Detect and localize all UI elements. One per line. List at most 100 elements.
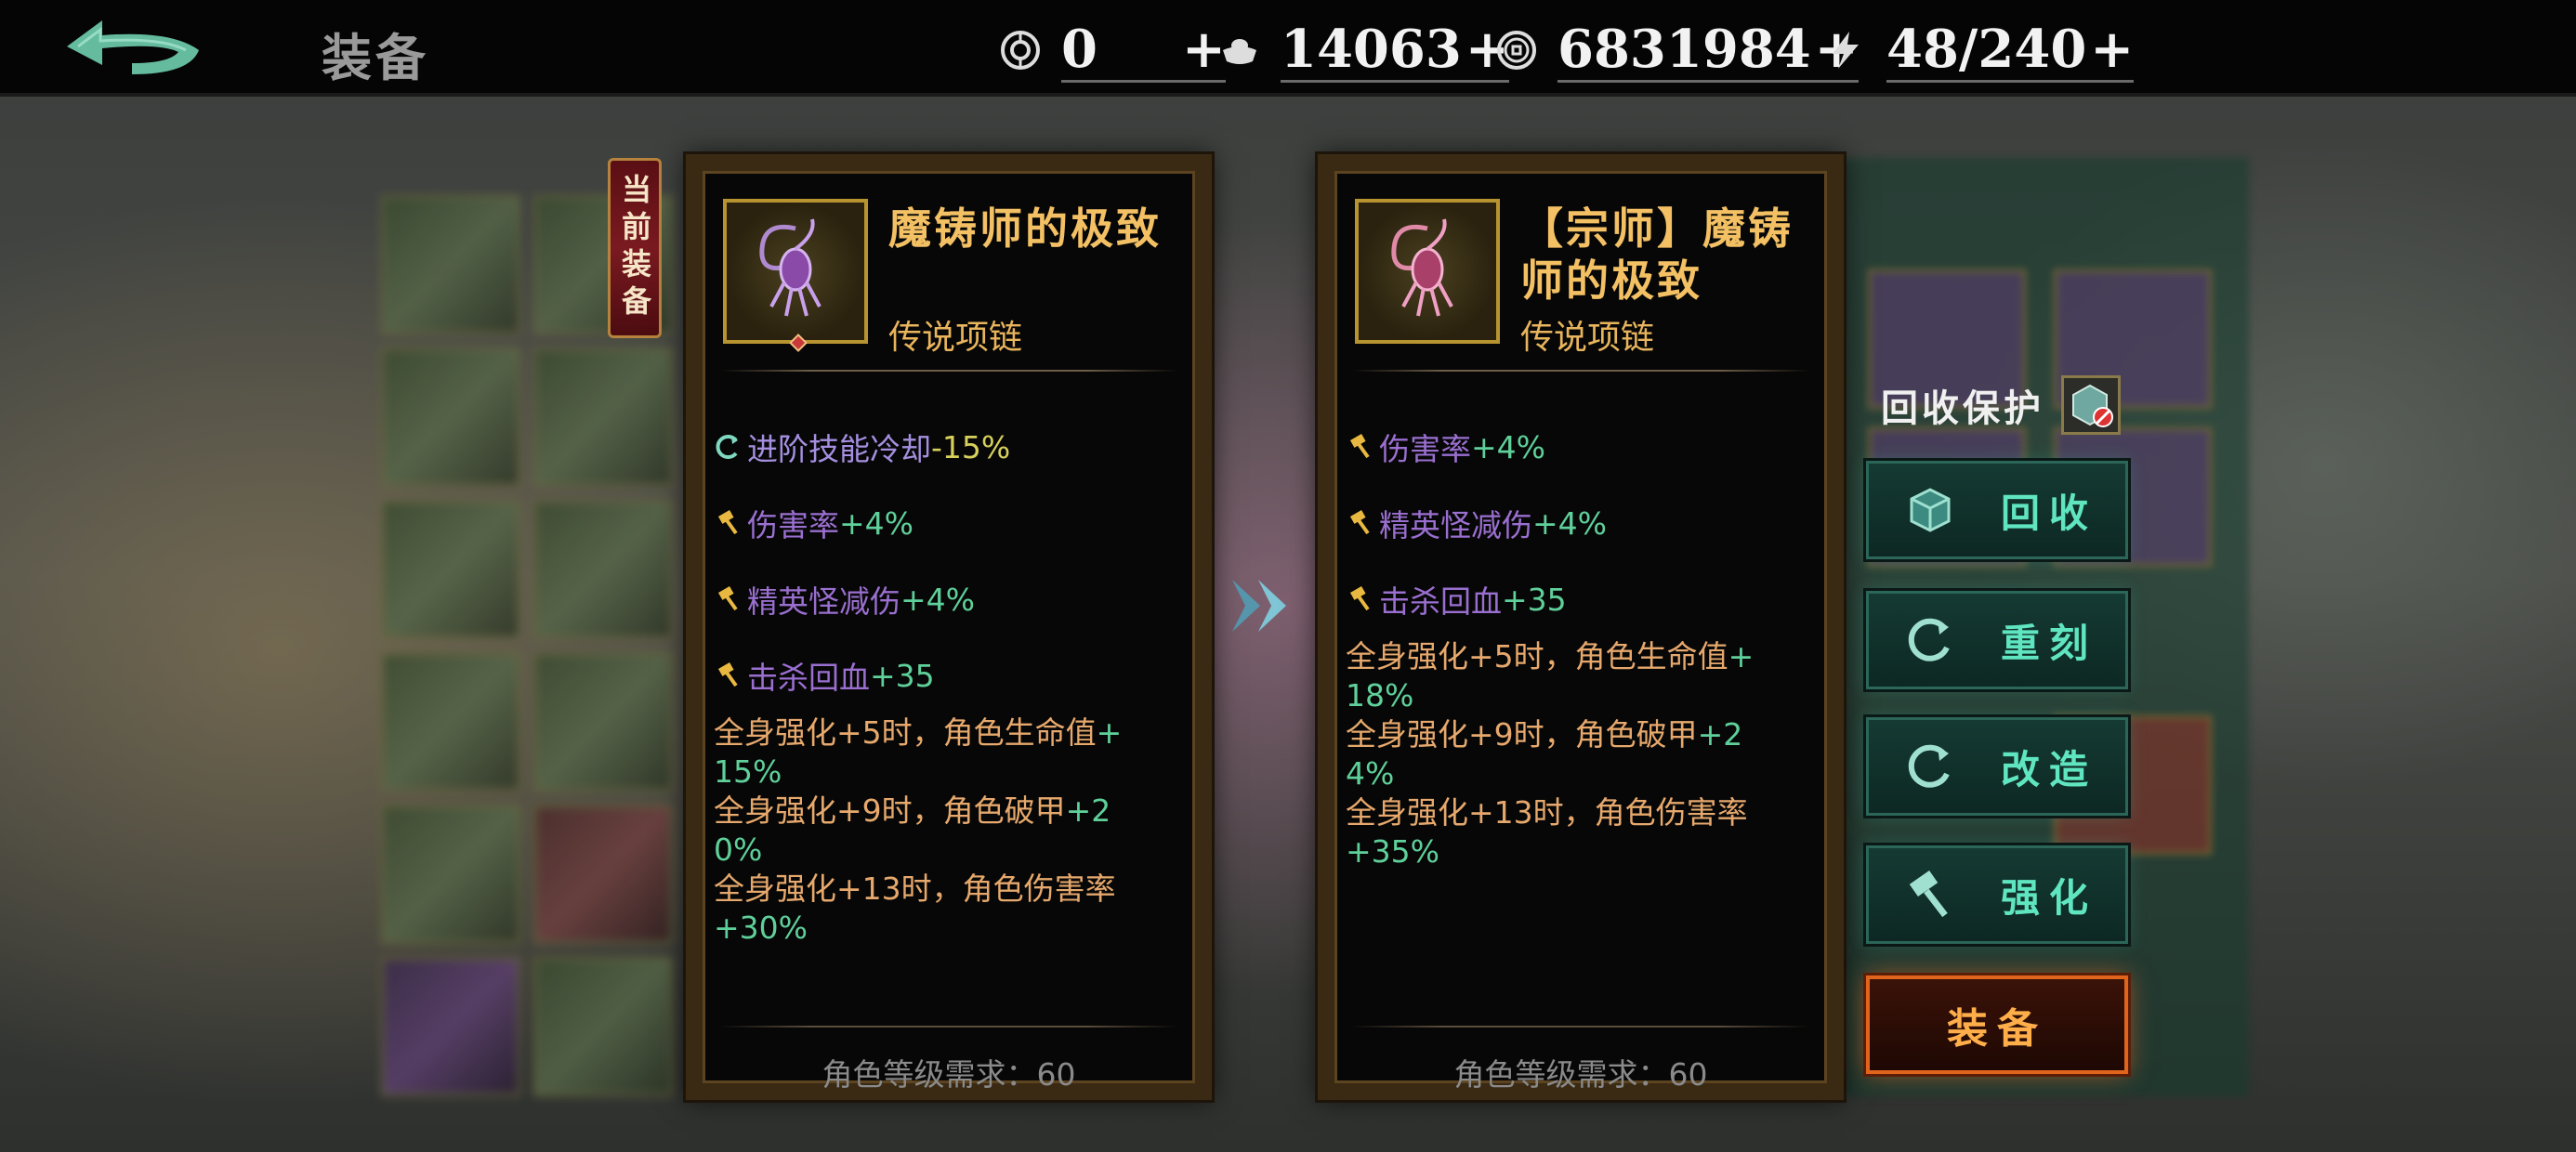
- attribute-name: 进阶技能冷却: [747, 431, 931, 467]
- attribute-value: +4%: [1532, 504, 1608, 542]
- modify-label: 改造: [2001, 746, 2098, 792]
- ingot-icon: [1223, 39, 1256, 64]
- attribute-value: +35: [870, 657, 935, 694]
- current-equipment-label: 当前装备: [617, 174, 652, 322]
- inventory-slot[interactable]: [381, 500, 520, 639]
- attribute-name: 精英怪减伤: [747, 583, 900, 620]
- attribute-value: -15%: [931, 428, 1011, 465]
- modify-refresh-icon: [1908, 744, 1950, 788]
- inventory-slot[interactable]: [533, 957, 673, 1096]
- current-item-name: 魔铸师的极致: [888, 203, 1162, 254]
- set-bonus-text: 全身强化+13时，角色伤害率: [1346, 794, 1748, 831]
- resource-energy: 48/240 +: [1825, 13, 2135, 87]
- attribute-name: 精英怪减伤: [1379, 507, 1532, 543]
- current-item-icon-box: [723, 199, 868, 352]
- recycle-cube-icon: [1910, 488, 1951, 532]
- attribute-row: 进阶技能冷却 -15%: [714, 409, 1186, 485]
- current-item-card: 魔铸师的极致 传说项链 进阶技能冷却 -15% 伤害率 +4% 精英怪减伤 +4% 击…: [686, 154, 1212, 1100]
- modify-button[interactable]: 改造: [1866, 717, 2128, 816]
- attribute-value: +4%: [839, 504, 914, 542]
- coin-icon: [1497, 31, 1536, 70]
- enhance-label: 强化: [2001, 874, 2098, 921]
- new-item-quality: 传说项链: [1520, 319, 1655, 357]
- hammer-icon: [1349, 586, 1370, 611]
- inventory-slot[interactable]: [533, 805, 673, 944]
- set-bonus-text: 全身强化+5时，角色生命值: [1346, 638, 1728, 674]
- inventory-slot[interactable]: [381, 652, 520, 792]
- resource-ingot: 14063 +: [1219, 13, 1509, 87]
- attribute-row: 精英怪减伤 +4%: [1346, 485, 1818, 561]
- reforge-label: 重刻: [2001, 620, 2098, 666]
- level-requirement: 角色等级需求：60: [1453, 1056, 1708, 1093]
- scorpion-necklace-icon: [1391, 218, 1453, 317]
- recycle-protection: 回收保护: [1881, 375, 2121, 435]
- attribute-row: 击杀回血 +35: [1346, 561, 1818, 637]
- inventory-slot[interactable]: [381, 805, 520, 944]
- inventory-slot[interactable]: [381, 957, 520, 1096]
- top-bar: 装备 0 + 14063 + 6831984 + 48/240 +: [0, 0, 2576, 97]
- gem-token-icon: [1001, 31, 1040, 70]
- attribute-value: +4%: [1471, 428, 1546, 465]
- resource-coin: 6831984 +: [1496, 13, 1859, 87]
- set-bonus-text: 全身强化+13时，角色伤害率: [714, 871, 1116, 907]
- set-bonus-line: 全身强化+9时，角色破甲+2 4%: [1346, 715, 1818, 793]
- divider: [1351, 1026, 1810, 1028]
- set-bonus-text: 全身强化+5时，角色生命值: [714, 714, 1097, 751]
- enhance-button[interactable]: 强化: [1866, 845, 2128, 944]
- attribute-name: 伤害率: [747, 507, 839, 543]
- recycle-label: 回收: [2001, 490, 2098, 536]
- set-bonus-value: +35%: [1346, 833, 1439, 870]
- hammer-icon: [1909, 870, 1948, 918]
- set-bonus-line: 全身强化+9时，角色破甲+2 0%: [714, 792, 1186, 870]
- attribute-name: 击杀回血: [1379, 583, 1502, 620]
- back-arrow-icon: [67, 20, 199, 74]
- current-equipment-tag: 当前装备: [608, 158, 662, 338]
- page-title: 装备: [322, 28, 429, 87]
- attribute-value: +4%: [900, 581, 976, 618]
- set-bonus-text: 全身强化+9时，角色破甲: [1346, 716, 1698, 753]
- energy-value: 48/240: [1886, 19, 2087, 83]
- attribute-row: 击杀回血 +35: [714, 637, 1186, 713]
- recycle-button[interactable]: 回收: [1866, 461, 2128, 559]
- new-item-name: 【宗师】魔铸师的极致: [1520, 203, 1794, 306]
- inventory-slot[interactable]: [533, 347, 673, 487]
- hammer-icon: [717, 510, 738, 535]
- set-bonus-value: +30%: [714, 910, 808, 946]
- ingot-value: 14063: [1281, 19, 1462, 83]
- add-energy-button[interactable]: +: [2086, 19, 2135, 83]
- attribute-row: 精英怪减伤 +4%: [714, 561, 1186, 637]
- add-gem-token-button[interactable]: +: [1154, 19, 1226, 83]
- recycle-protection-toggle[interactable]: [2061, 375, 2121, 435]
- current-item-quality: 传说项链: [888, 319, 1023, 357]
- resource-gem-token: 0 +: [1000, 13, 1226, 87]
- hammer-icon: [1349, 510, 1370, 535]
- compare-arrow-icon: [1232, 580, 1286, 632]
- back-button[interactable]: [59, 13, 208, 87]
- protection-cube-icon: [2072, 384, 2113, 427]
- divider: [719, 370, 1178, 372]
- inventory-slot[interactable]: [381, 195, 520, 334]
- coin-value: 6831984: [1557, 19, 1811, 83]
- hammer-icon: [1349, 434, 1370, 459]
- level-requirement: 角色等级需求：60: [821, 1056, 1076, 1093]
- reforge-refresh-icon: [1908, 618, 1950, 661]
- reforge-button[interactable]: 重刻: [1866, 591, 2128, 689]
- set-bonus-line: 全身强化+13时，角色伤害率 +35%: [1346, 793, 1818, 871]
- equip-label: 装备: [1947, 1005, 2047, 1053]
- set-bonus-line: 全身强化+13时，角色伤害率 +30%: [714, 870, 1186, 948]
- attribute-name: 伤害率: [1379, 431, 1471, 467]
- inventory-slot[interactable]: [533, 652, 673, 792]
- hammer-icon: [717, 662, 738, 687]
- gem-token-value: 0: [1061, 19, 1154, 83]
- inventory-slot[interactable]: [381, 347, 520, 487]
- set-bonus-line: 全身强化+5时，角色生命值+ 18%: [1346, 637, 1818, 715]
- attribute-name: 击杀回血: [747, 660, 870, 696]
- equip-button[interactable]: 装备: [1866, 975, 2128, 1074]
- scorpion-necklace-icon: [759, 218, 821, 317]
- divider: [719, 1026, 1178, 1028]
- new-item-icon-box: [1355, 199, 1500, 344]
- attribute-value: +35: [1502, 581, 1567, 618]
- recycle-protection-label: 回收保护: [1881, 386, 2044, 430]
- inventory-slot[interactable]: [533, 500, 673, 639]
- equipment-screen: 装备 0 + 14063 + 6831984 + 48/240 + 当前装备: [0, 0, 2576, 1152]
